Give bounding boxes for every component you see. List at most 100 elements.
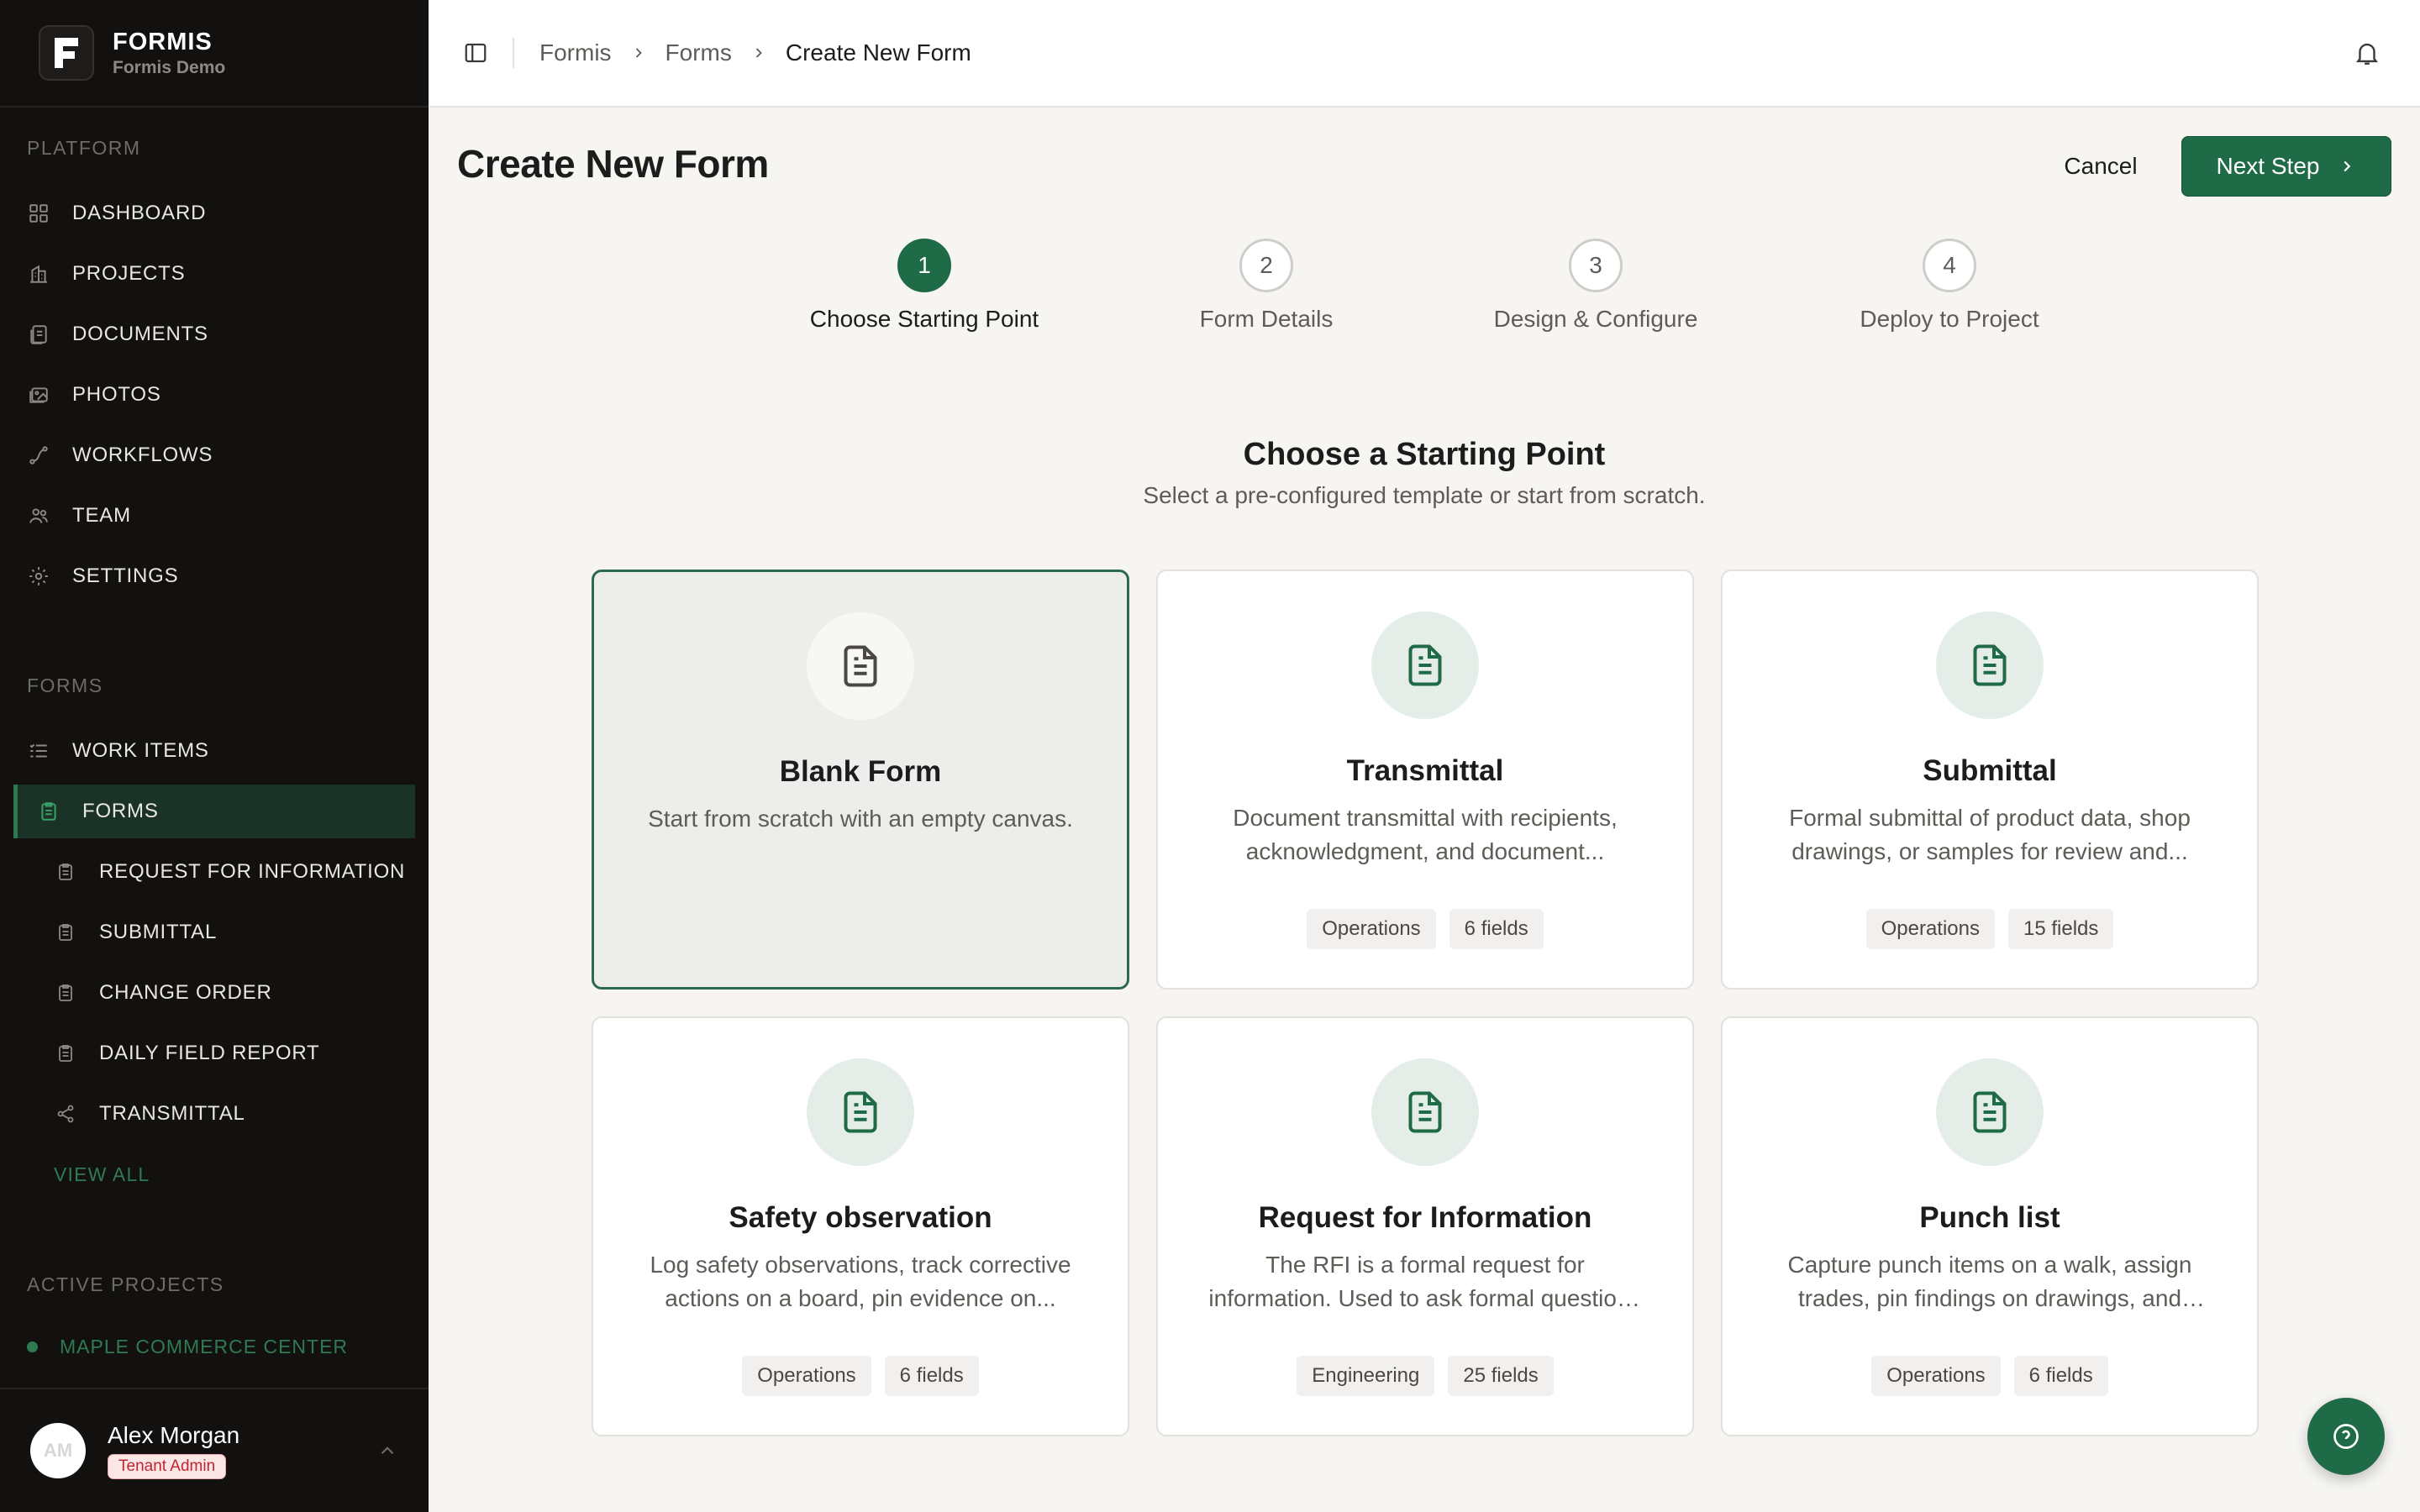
chevron-up-icon[interactable] bbox=[376, 1440, 398, 1466]
clipboard-icon bbox=[54, 1042, 77, 1065]
next-step-label: Next Step bbox=[2216, 153, 2320, 179]
sidebar-item-projects[interactable]: PROJECTS bbox=[13, 247, 415, 301]
sidebar-item-submittal[interactable]: SUBMITTAL bbox=[13, 906, 415, 959]
sidebar-item-photos[interactable]: PHOTOS bbox=[13, 368, 415, 422]
step-label: Choose Starting Point bbox=[809, 306, 1039, 332]
sidebar-toggle-icon[interactable] bbox=[462, 39, 489, 66]
sidebar-item-label: TRANSMITTAL bbox=[99, 1102, 245, 1125]
document-icon bbox=[1936, 612, 2044, 719]
avatar: AM bbox=[30, 1423, 86, 1478]
template-title: Submittal bbox=[1923, 754, 2057, 787]
sidebar-item-request-for-information[interactable]: REQUEST FOR INFORMATION bbox=[13, 845, 415, 899]
sidebar-item-transmittal[interactable]: TRANSMITTAL bbox=[13, 1087, 415, 1141]
user-name: Alex Morgan bbox=[108, 1422, 240, 1448]
template-title: Blank Form bbox=[779, 755, 942, 788]
template-title: Punch list bbox=[1919, 1201, 2060, 1234]
template-description: Formal submittal of product data, shop d… bbox=[1789, 805, 2191, 864]
template-card-request-for-information[interactable]: Request for Information The RFI is a for… bbox=[1156, 1016, 1694, 1436]
forms-section-label: FORMS bbox=[27, 675, 103, 696]
document-icon bbox=[807, 612, 914, 720]
step-number: 3 bbox=[1569, 239, 1623, 292]
formis-logo-icon bbox=[55, 38, 78, 68]
template-tags: Engineering 25 fields bbox=[1158, 1356, 1692, 1396]
template-description: Document transmittal with recipients, ac… bbox=[1233, 805, 1618, 864]
sidebar-item-label: DASHBOARD bbox=[72, 202, 207, 224]
template-description: Start from scratch with an empty canvas. bbox=[648, 806, 1073, 832]
next-step-button[interactable]: Next Step bbox=[2181, 136, 2391, 197]
document-icon bbox=[807, 1058, 914, 1166]
toolbar-divider bbox=[513, 38, 514, 68]
sidebar-item-label: DAILY FIELD REPORT bbox=[99, 1042, 320, 1064]
breadcrumb-forms[interactable]: Forms bbox=[666, 39, 732, 66]
category-tag: Operations bbox=[1307, 909, 1436, 949]
step-design-configure[interactable]: 3 Design & Configure bbox=[1470, 239, 1722, 333]
sidebar-item-label: FORMS bbox=[82, 800, 159, 822]
sidebar-item-team[interactable]: TEAM bbox=[13, 489, 415, 543]
category-tag: Operations bbox=[1865, 909, 1995, 949]
sidebar-item-label: SUBMITTAL bbox=[99, 921, 218, 943]
breadcrumb-formis[interactable]: Formis bbox=[539, 39, 612, 66]
clipboard-icon bbox=[54, 981, 77, 1005]
role-badge: Tenant Admin bbox=[108, 1454, 227, 1479]
step-choose-starting-point[interactable]: 1 Choose Starting Point bbox=[798, 239, 1050, 333]
template-tags: Operations 6 fields bbox=[593, 1356, 1128, 1396]
share-icon bbox=[54, 1102, 77, 1126]
template-title: Safety observation bbox=[729, 1201, 992, 1234]
grid-icon bbox=[27, 202, 50, 225]
help-button[interactable] bbox=[2307, 1398, 2385, 1475]
project-item-maple-commerce-center[interactable]: MAPLE COMMERCE CENTER bbox=[27, 1336, 348, 1358]
user-menu[interactable]: AM Alex Morgan Tenant Admin bbox=[0, 1388, 429, 1512]
brand-subtitle: Formis Demo bbox=[113, 57, 226, 77]
gear-icon bbox=[27, 564, 50, 588]
step-number: 2 bbox=[1239, 239, 1293, 292]
sidebar-item-daily-field-report[interactable]: DAILY FIELD REPORT bbox=[13, 1026, 415, 1080]
template-card-transmittal[interactable]: Transmittal Document transmittal with re… bbox=[1156, 570, 1694, 990]
active-projects-section-label: ACTIVE PROJECTS bbox=[27, 1273, 224, 1295]
step-label: Form Details bbox=[1199, 306, 1334, 332]
bell-icon[interactable] bbox=[2353, 39, 2381, 71]
sidebar-item-workflows[interactable]: WORKFLOWS bbox=[13, 428, 415, 482]
page-title: Create New Form bbox=[457, 142, 769, 186]
step-label: Design & Configure bbox=[1493, 306, 1698, 332]
step-label: Deploy to Project bbox=[1860, 306, 2039, 332]
field-count-tag: 6 fields bbox=[2013, 1356, 2108, 1396]
project-label: MAPLE COMMERCE CENTER bbox=[60, 1336, 349, 1357]
top-bar: Formis Forms Create New Form bbox=[429, 0, 2420, 108]
template-title: Request for Information bbox=[1258, 1201, 1592, 1234]
section-subtitle: Select a pre-configured template or star… bbox=[1143, 482, 1706, 508]
sidebar-item-settings[interactable]: SETTINGS bbox=[13, 549, 415, 603]
sidebar-item-change-order[interactable]: CHANGE ORDER bbox=[13, 966, 415, 1020]
document-icon bbox=[1371, 612, 1479, 719]
category-tag: Operations bbox=[742, 1356, 871, 1396]
template-card-blank-form[interactable]: Blank Form Start from scratch with an em… bbox=[592, 570, 1129, 990]
workflow-icon bbox=[27, 444, 50, 467]
sidebar-item-label: PROJECTS bbox=[72, 262, 186, 285]
template-card-safety-observation[interactable]: Safety observation Log safety observatio… bbox=[592, 1016, 1129, 1436]
template-card-punch-list[interactable]: Punch list Capture punch items on a walk… bbox=[1721, 1016, 2259, 1436]
sidebar-item-label: DOCUMENTS bbox=[72, 323, 208, 345]
view-all-link[interactable]: VIEW ALL bbox=[54, 1163, 150, 1186]
sidebar-item-label: PHOTOS bbox=[72, 383, 161, 406]
template-tags: Operations 15 fields bbox=[1723, 909, 2257, 949]
list-icon bbox=[27, 739, 50, 763]
sidebar-item-label: SETTINGS bbox=[72, 564, 179, 587]
step-number: 1 bbox=[897, 239, 951, 292]
template-title: Transmittal bbox=[1346, 754, 1504, 787]
step-form-details[interactable]: 2 Form Details bbox=[1140, 239, 1392, 333]
template-description: The RFI is a formal request for informat… bbox=[1208, 1252, 1642, 1311]
template-tags: Operations 6 fields bbox=[1723, 1356, 2257, 1396]
breadcrumb-current: Create New Form bbox=[785, 39, 971, 66]
sidebar-item-dashboard[interactable]: DASHBOARD bbox=[13, 186, 415, 240]
chevron-right-icon bbox=[630, 45, 647, 61]
sidebar-item-label: WORKFLOWS bbox=[72, 444, 213, 466]
help-icon bbox=[2333, 1424, 2359, 1449]
brand-logo bbox=[39, 25, 94, 81]
cancel-button[interactable]: Cancel bbox=[2033, 143, 2168, 190]
template-card-submittal[interactable]: Submittal Formal submittal of product da… bbox=[1721, 570, 2259, 990]
sidebar-item-documents[interactable]: DOCUMENTS bbox=[13, 307, 415, 361]
step-deploy-to-project[interactable]: 4 Deploy to Project bbox=[1823, 239, 2075, 333]
sidebar-item-work-items[interactable]: WORK ITEMS bbox=[13, 724, 415, 778]
brand-header[interactable]: FORMIS Formis Demo bbox=[0, 0, 429, 108]
sidebar-item-forms[interactable]: FORMS bbox=[13, 785, 415, 838]
brand-name: FORMIS bbox=[113, 28, 213, 55]
